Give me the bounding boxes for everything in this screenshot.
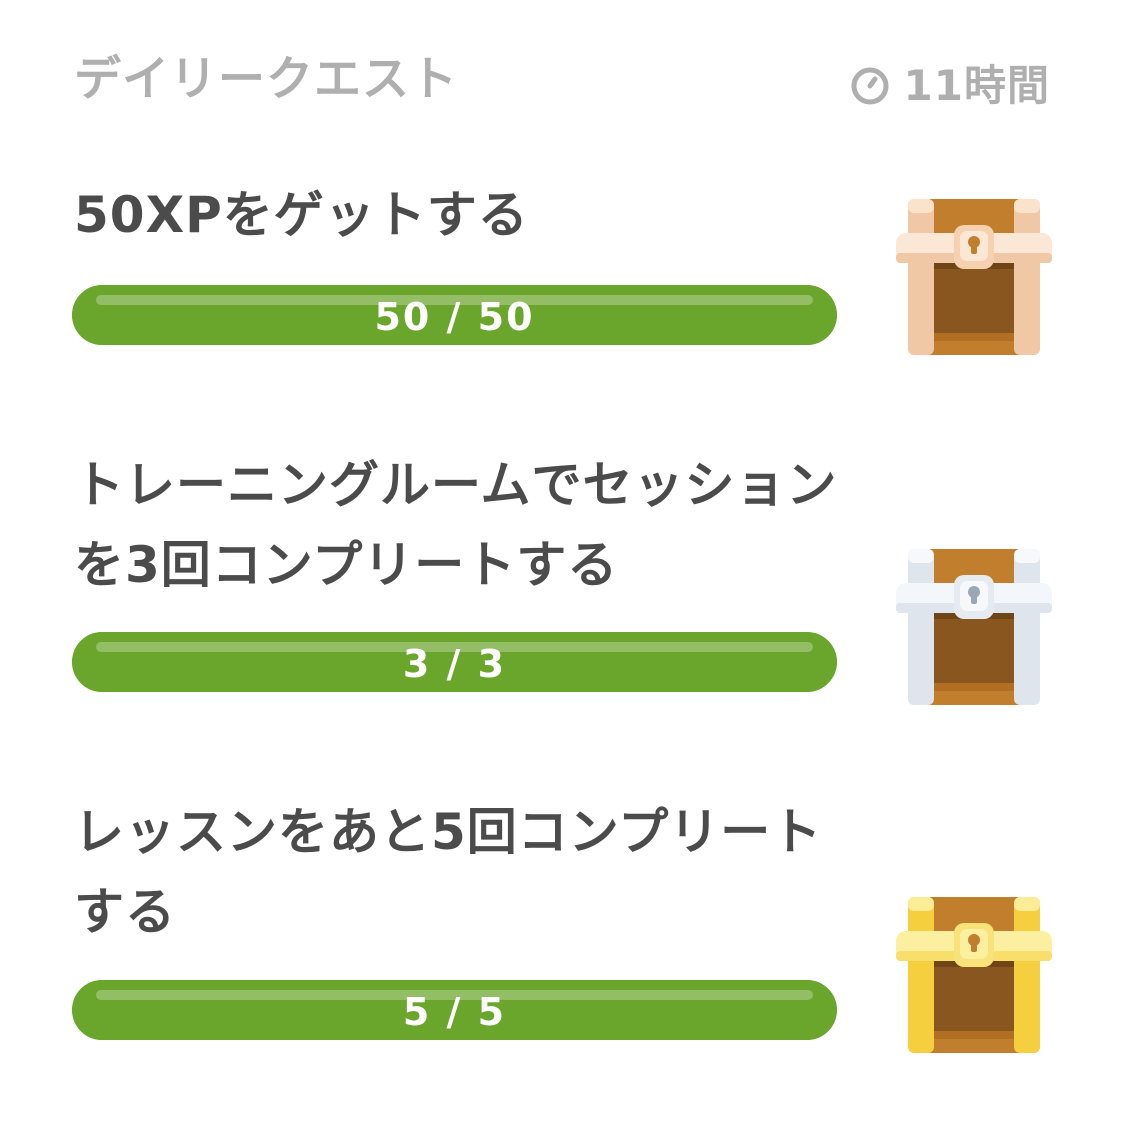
daily-quests-panel: デイリークエスト 11時間 50XPをゲットする 50 / 50 トレーニングル…	[0, 0, 1125, 1125]
quest-progress-label: 50 / 50	[374, 295, 535, 339]
quest-title: 50XPをゲットする	[74, 186, 529, 244]
silver-chest-icon	[896, 547, 1052, 707]
quest-progress-bar: 50 / 50	[72, 285, 837, 345]
section-title: デイリークエスト	[74, 52, 458, 107]
quest-progress-bar: 5 / 5	[72, 980, 837, 1040]
quest-title: レッスンをあと5回コンプリートする	[74, 803, 823, 941]
quest-progress-label: 3 / 3	[402, 642, 507, 686]
gold-chest-icon	[896, 895, 1052, 1055]
time-remaining: 11時間	[850, 58, 1050, 114]
bronze-chest-icon	[896, 197, 1052, 357]
quest-title: トレーニングルームでセッションを3回コンプリートする	[74, 456, 838, 594]
timer-icon	[850, 66, 890, 106]
quest-progress-bar: 3 / 3	[72, 632, 837, 692]
time-remaining-text: 11時間	[903, 61, 1050, 110]
quest-progress-label: 5 / 5	[402, 990, 507, 1034]
